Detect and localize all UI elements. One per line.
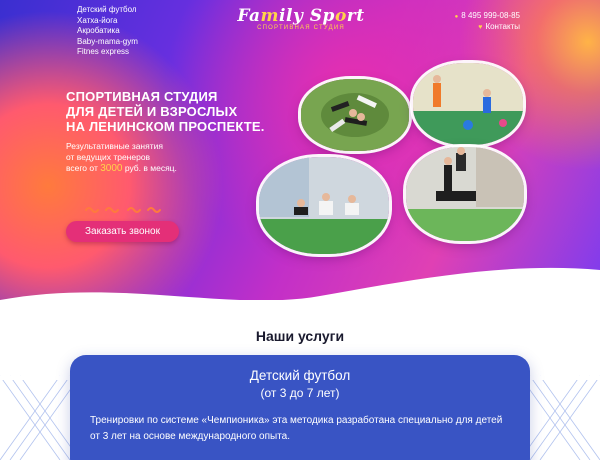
subtext-line: Результативные занятия: [66, 141, 163, 151]
contacts-label: Контакты: [485, 22, 520, 31]
service-card-title: Детский футбол: [249, 368, 351, 383]
decorative-squiggles: [85, 207, 161, 213]
heart-icon: ♥: [478, 24, 483, 31]
headline-line: НА ЛЕНИНСКОМ ПРОСПЕКТЕ.: [66, 119, 265, 134]
photo-kids-circle: [301, 79, 409, 151]
header-contacts-link[interactable]: ♥ Контакты: [478, 22, 520, 31]
subtext-line: от ведущих тренеров: [66, 152, 151, 162]
headline-line: ДЛЯ ДЕТЕЙ И ВЗРОСЛЫХ: [66, 104, 238, 119]
order-call-button[interactable]: Заказать звонок: [66, 221, 179, 242]
photo-kids-stretching: [259, 157, 389, 254]
services-heading: Наши услуги: [255, 328, 345, 344]
nav-item-fitness-express[interactable]: Fitnes express: [77, 47, 138, 58]
logo[interactable]: Family Sport СПОРТИВНАЯ СТУДИЯ: [236, 6, 366, 31]
nav-item-acrobatics[interactable]: Акробатика: [77, 26, 138, 37]
service-card-description: Тренировки по системе «Чемпионика» эта м…: [90, 415, 503, 442]
service-card-football[interactable]: Детский футбол (от 3 до 7 лет) Тренировк…: [70, 355, 530, 460]
nav-item-football[interactable]: Детский футбол: [77, 5, 138, 16]
header-phone[interactable]: ● 8 495 999-08-85: [455, 11, 520, 20]
nav-item-yoga[interactable]: Хатха-йога: [77, 16, 138, 27]
nav-item-baby-mama-gym[interactable]: Baby-mama-gym: [77, 37, 138, 48]
subtext-line: всего от 3000 руб. в месяц.: [66, 163, 177, 174]
headline-line: СПОРТИВНАЯ СТУДИЯ: [66, 89, 218, 104]
hero-subtext: Результативные занятия от ведущих тренер…: [66, 141, 177, 174]
phone-number: 8 495 999-08-85: [461, 11, 520, 20]
top-nav: Детский футбол Хатха-йога Акробатика Bab…: [77, 5, 138, 58]
hero-headline: СПОРТИВНАЯ СТУДИЯ ДЛЯ ДЕТЕЙ И ВЗРОСЛЫХ Н…: [66, 89, 265, 134]
phone-icon: ●: [454, 14, 459, 20]
service-card-age: (от 3 до 7 лет): [260, 386, 340, 400]
photo-kids-football: [413, 63, 523, 145]
price-value: 3000: [100, 163, 123, 174]
photo-acrobatics-pair: [406, 147, 524, 241]
logo-title: Family Sport: [237, 6, 365, 26]
